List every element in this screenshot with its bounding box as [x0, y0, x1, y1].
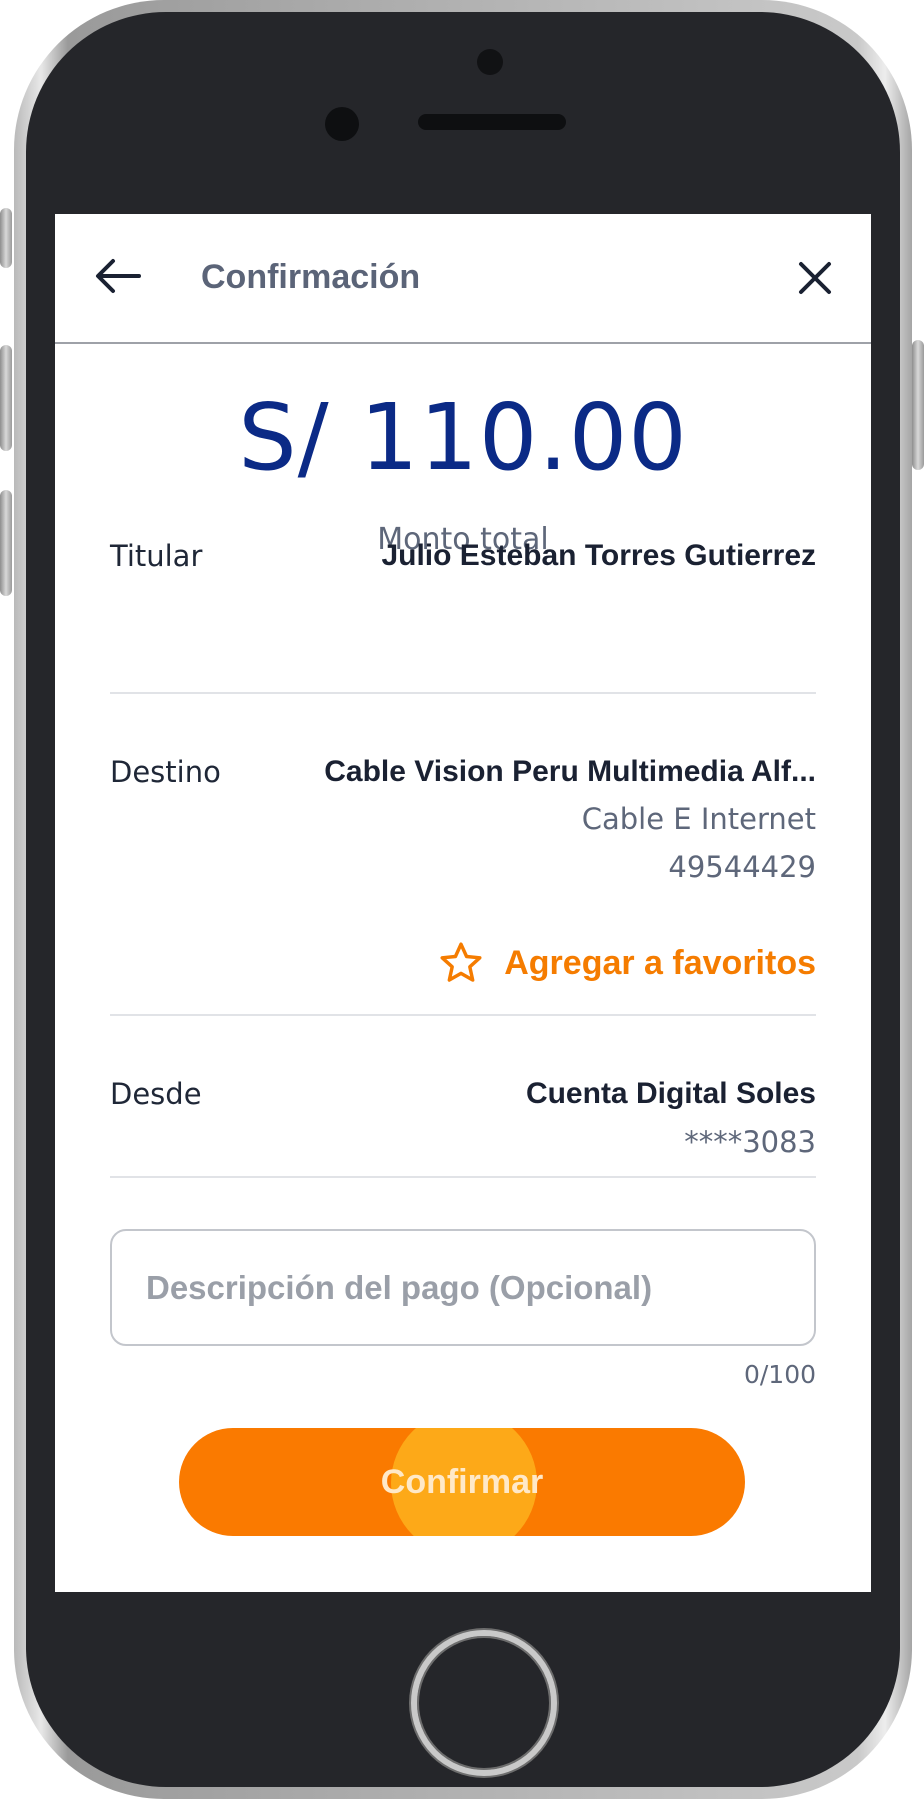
destino-service: Cable E Internet — [581, 802, 816, 836]
divider — [110, 692, 816, 694]
titular-label: Titular — [110, 539, 203, 573]
top-bar: Confirmación — [55, 214, 871, 344]
titular-value: Julio Esteban Torres Gutierrez — [381, 539, 816, 572]
earpiece-speaker — [418, 114, 566, 130]
desde-label: Desde — [110, 1077, 202, 1111]
arrow-left-icon[interactable] — [95, 258, 141, 294]
desde-value: Cuenta Digital Soles — [525, 1077, 816, 1110]
power-button — [912, 340, 924, 470]
desde-account: ****3083 — [684, 1125, 816, 1159]
page-title: Confirmación — [201, 258, 421, 296]
app-screen: Confirmación S/ 110.00 Monto total Titul… — [55, 214, 871, 1592]
payment-description-input[interactable] — [110, 1229, 816, 1346]
confirm-button[interactable]: Confirmar — [179, 1428, 745, 1536]
close-icon[interactable] — [797, 260, 833, 296]
confirm-button-label: Confirmar — [380, 1463, 544, 1501]
character-counter: 0/100 — [743, 1360, 816, 1389]
silent-switch — [0, 208, 12, 268]
volume-down-button — [0, 490, 12, 596]
proximity-sensor — [325, 107, 359, 141]
total-amount: S/ 110.00 — [238, 384, 688, 491]
destino-label: Destino — [110, 755, 221, 789]
home-button[interactable] — [411, 1630, 557, 1776]
divider — [110, 1014, 816, 1016]
divider — [110, 1176, 816, 1178]
add-to-favorites-button[interactable]: Agregar a favoritos — [438, 938, 816, 988]
destino-value: Cable Vision Peru Multimedia Alf... — [324, 755, 816, 788]
destino-code: 49544429 — [668, 850, 816, 884]
front-camera — [477, 49, 503, 75]
star-outline-icon — [440, 942, 482, 982]
add-to-favorites-label: Agregar a favoritos — [504, 943, 816, 982]
volume-up-button — [0, 345, 12, 451]
